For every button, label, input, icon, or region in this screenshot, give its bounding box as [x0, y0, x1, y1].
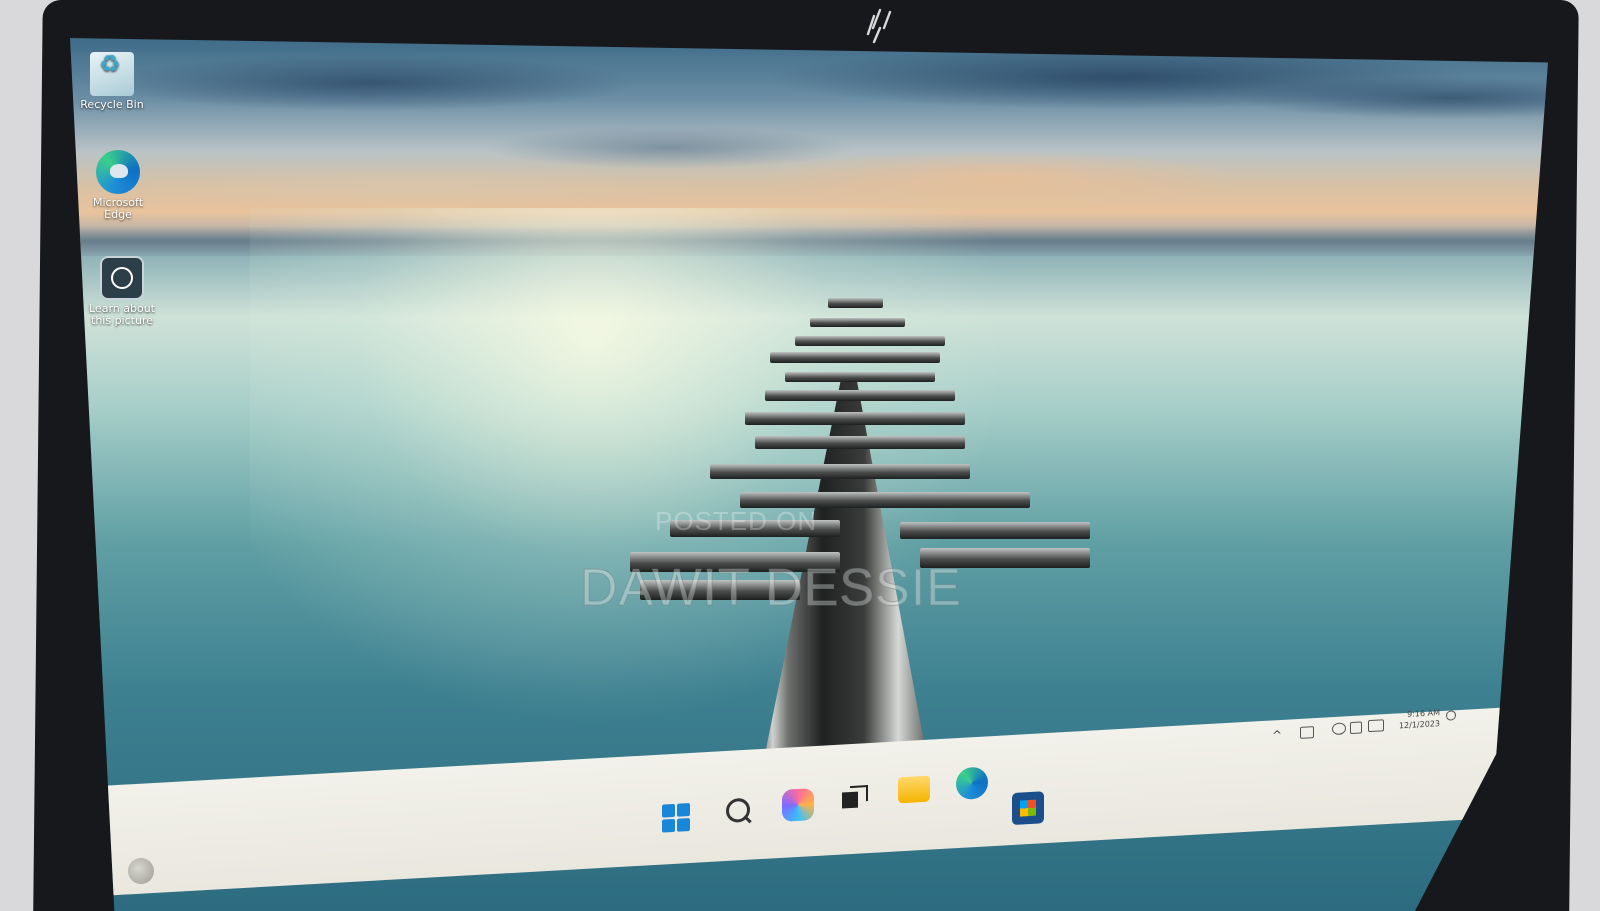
tray-chevron[interactable]: ^ — [1272, 728, 1282, 743]
windows-start-icon — [662, 803, 690, 833]
desktop-icon-recycle-bin[interactable]: Recycle Bin — [72, 52, 152, 111]
desktop-screen: Recycle Bin Microsoft Edge Learn about t… — [70, 38, 1548, 911]
taskbar-start-button[interactable] — [662, 803, 694, 837]
hp-logo-icon — [866, 8, 892, 44]
widgets-button[interactable] — [128, 858, 154, 884]
tray-network-icon[interactable] — [1332, 722, 1346, 736]
learn-about-picture-icon — [100, 256, 144, 300]
notification-bell-icon[interactable] — [1446, 710, 1456, 721]
tray-display-icon[interactable] — [1300, 726, 1314, 739]
desktop-icon-learn-about-picture[interactable]: Learn about this picture — [82, 256, 162, 327]
taskbar-store-button[interactable] — [1012, 791, 1044, 826]
taskbar-task-view-button[interactable] — [838, 781, 870, 815]
desktop-icon-label: Recycle Bin — [80, 98, 144, 111]
taskbar-edge-button[interactable] — [956, 766, 988, 801]
watermark-line2: DAWIT DESSIE — [580, 559, 962, 618]
edge-icon — [96, 150, 140, 194]
taskbar-copilot-button[interactable] — [782, 788, 814, 822]
taskbar-search-button[interactable] — [722, 795, 754, 829]
taskbar-file-explorer-button[interactable] — [898, 775, 930, 804]
clock-date: 12/1/2023 — [1398, 719, 1440, 731]
watermark-line1: POSTED ON — [655, 506, 818, 536]
desktop-icon-label: Learn about this picture — [89, 302, 155, 327]
recycle-bin-icon — [90, 52, 134, 96]
tray-volume-icon[interactable] — [1350, 721, 1362, 735]
search-icon — [726, 797, 750, 824]
tray-battery-icon[interactable] — [1368, 719, 1384, 733]
desktop-icon-label: Microsoft Edge — [92, 196, 144, 221]
tray-clock[interactable]: 9:16 AM 12/1/2023 — [1390, 707, 1440, 732]
desktop-icon-edge[interactable]: Microsoft Edge — [78, 150, 158, 221]
